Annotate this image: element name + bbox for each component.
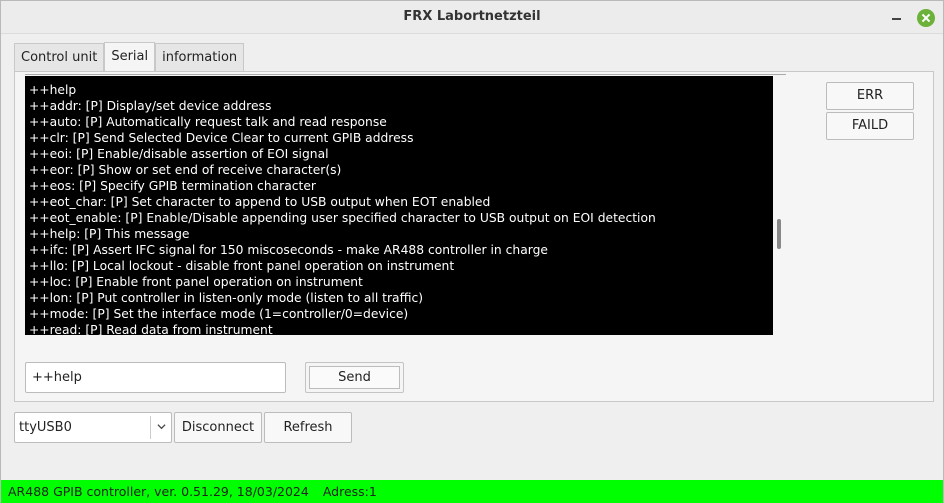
console-line: ++loc: [P] Enable front panel operation … [29, 275, 363, 289]
console-scrollbar[interactable] [777, 219, 781, 249]
send-button-frame: Send [305, 362, 404, 393]
disconnect-button[interactable]: Disconnect [174, 412, 262, 443]
status-address: Adress:1 [322, 484, 377, 499]
err-button[interactable]: ERR [826, 82, 914, 110]
port-select[interactable]: ttyUSB0 [14, 412, 172, 443]
app-window: FRX Labortnetzteil Control unit Serial i… [0, 0, 944, 503]
title-bar: FRX Labortnetzteil [1, 1, 943, 34]
console-line: ++help [29, 83, 77, 97]
console-line: ++eos: [P] Specify GPIB termination char… [29, 179, 316, 193]
console-line: ++ifc: [P] Assert IFC signal for 150 mis… [29, 243, 548, 257]
minimize-icon[interactable] [888, 9, 906, 27]
console-line: ++eoi: [P] Enable/disable assertion of E… [29, 147, 329, 161]
tab-serial[interactable]: Serial [104, 42, 156, 72]
tab-control-unit[interactable]: Control unit [14, 43, 105, 72]
status-bar: AR488 GPIB controller, ver. 0.51.29, 18/… [1, 480, 943, 503]
tab-information[interactable]: information [155, 43, 245, 72]
console-line: ++mode: [P] Set the interface mode (1=co… [29, 307, 409, 321]
console-line: ++addr: [P] Display/set device address [29, 99, 272, 113]
console-line: ++eot_char: [P] Set character to append … [29, 195, 491, 209]
send-button[interactable]: Send [309, 366, 400, 389]
console-line: ++clr: [P] Send Selected Device Clear to… [29, 131, 414, 145]
tab-bar: Control unit Serial information [14, 42, 245, 72]
chevron-down-icon [157, 424, 166, 430]
refresh-button[interactable]: Refresh [264, 412, 352, 443]
port-select-value: ttyUSB0 [19, 420, 72, 435]
console-line: ++eot_enable: [P] Enable/Disable appendi… [29, 211, 656, 225]
console-line: ++help: [P] This message [29, 227, 190, 241]
console-line: ++lon: [P] Put controller in listen-only… [29, 291, 424, 305]
command-input[interactable]: ++help [25, 362, 286, 393]
serial-console[interactable]: ++help ++addr: [P] Display/set device ad… [25, 76, 773, 335]
console-line: ++llo: [P] Local lockout - disable front… [29, 259, 455, 273]
close-icon[interactable] [917, 9, 935, 27]
console-line: ++read: [P] Read data from instrument [29, 323, 273, 335]
console-line: ++auto: [P] Automatically request talk a… [29, 115, 387, 129]
select-divider [150, 416, 151, 439]
console-line: ++eor: [P] Show or set end of receive ch… [29, 163, 342, 177]
status-device: AR488 GPIB controller, ver. 0.51.29, 18/… [8, 484, 309, 499]
console-frame [25, 74, 786, 75]
window-title: FRX Labortnetzteil [403, 9, 541, 24]
faild-button[interactable]: FAILD [826, 112, 914, 140]
